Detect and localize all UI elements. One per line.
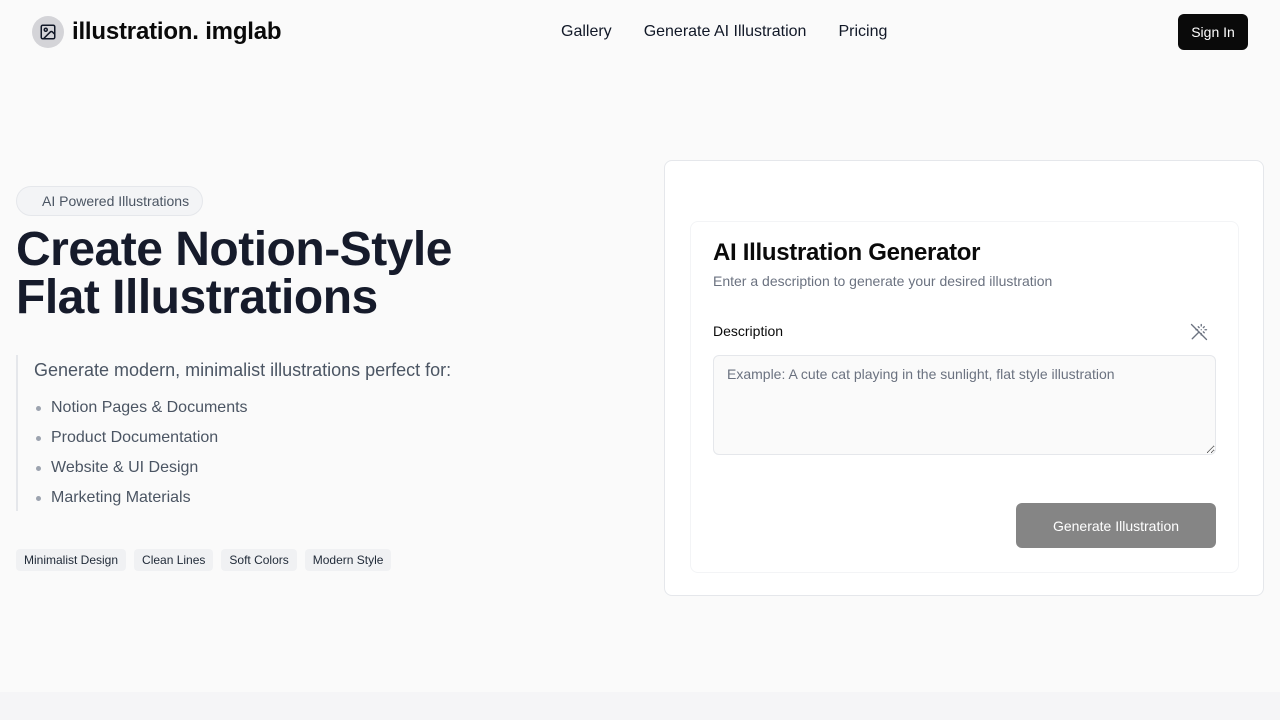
footer-strip xyxy=(0,692,1280,720)
hero-title-line-2: Flat Illustrations xyxy=(16,271,378,324)
nav-gallery[interactable]: Gallery xyxy=(561,20,612,44)
magic-wand-icon[interactable] xyxy=(1190,323,1208,341)
tag-clean-lines: Clean Lines xyxy=(134,549,213,571)
image-icon xyxy=(32,16,64,48)
brand-logo-link[interactable]: illustration. imglab xyxy=(32,16,281,48)
hero-title-line-1: Create Notion-Style xyxy=(16,223,452,276)
use-cases-intro: Generate modern, minimalist illustration… xyxy=(34,356,451,384)
nav-generate[interactable]: Generate AI Illustration xyxy=(644,20,807,44)
list-item: Marketing Materials xyxy=(34,483,451,513)
tag-minimalist: Minimalist Design xyxy=(16,549,126,571)
use-cases-block: Generate modern, minimalist illustration… xyxy=(16,355,451,511)
use-cases-list: Notion Pages & Documents Product Documen… xyxy=(34,393,451,513)
generator-title: AI Illustration Generator xyxy=(713,239,980,267)
description-label: Description xyxy=(713,323,783,339)
main-nav: Gallery Generate AI Illustration Pricing xyxy=(561,20,887,44)
list-item: Notion Pages & Documents xyxy=(34,393,451,423)
brand-name: illustration. imglab xyxy=(72,18,281,46)
nav-pricing[interactable]: Pricing xyxy=(838,20,887,44)
site-header: illustration. imglab Gallery Generate AI… xyxy=(0,0,1280,64)
tag-soft-colors: Soft Colors xyxy=(221,549,296,571)
list-item: Website & UI Design xyxy=(34,453,451,483)
ai-badge: AI Powered Illustrations xyxy=(16,186,203,216)
list-item: Product Documentation xyxy=(34,423,451,453)
generate-illustration-button[interactable]: Generate Illustration xyxy=(1016,503,1216,548)
description-textarea[interactable] xyxy=(713,355,1216,455)
generator-subtitle: Enter a description to generate your des… xyxy=(713,273,1052,289)
tag-modern-style: Modern Style xyxy=(305,549,392,571)
hero-title: Create Notion-Style Flat Illustrations xyxy=(16,226,616,322)
style-tags: Minimalist Design Clean Lines Soft Color… xyxy=(16,549,391,571)
sign-in-button[interactable]: Sign In xyxy=(1178,14,1248,50)
generator-card: AI Illustration Generator Enter a descri… xyxy=(664,160,1264,596)
